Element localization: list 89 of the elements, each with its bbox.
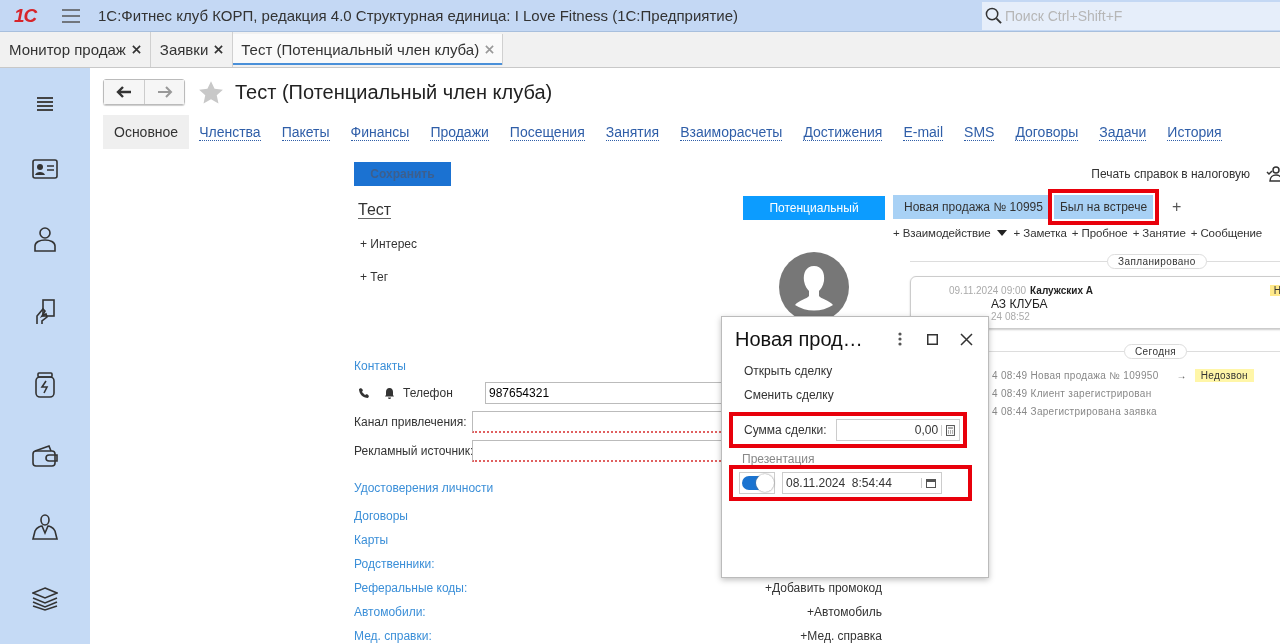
- section-link[interactable]: Родственники:: [354, 557, 435, 571]
- search-input[interactable]: Поиск Ctrl+Shift+F: [1005, 7, 1255, 24]
- section-link[interactable]: Договоры: [354, 509, 408, 523]
- stage-chip[interactable]: Новая продажа № 10995: [893, 195, 1048, 219]
- event-author: Калужских А: [1030, 284, 1094, 296]
- section-link[interactable]: Удостоверения личности: [354, 481, 494, 495]
- jar-icon[interactable]: [34, 372, 56, 398]
- form-tab[interactable]: SMS: [964, 123, 995, 141]
- timeline-heading: Сегодня: [1124, 344, 1188, 359]
- id-card-icon[interactable]: [32, 159, 58, 179]
- form-tab[interactable]: Занятия: [605, 123, 660, 141]
- section-link[interactable]: Автомобили:: [354, 605, 426, 619]
- logo: 1С: [14, 4, 39, 27]
- people-icon[interactable]: [1266, 166, 1280, 182]
- arrow-sign: →: [1176, 369, 1187, 381]
- document-tab[interactable]: Монитор продаж: [0, 32, 151, 67]
- app-title: 1С:Фитнес клуб КОРП, редакция 4.0 Структурная единица: I Love Fitness (1С:Предприятие): [98, 7, 738, 24]
- forward-arrow-icon: [156, 86, 173, 98]
- form-tab[interactable]: Членства: [199, 123, 261, 141]
- form-tab[interactable]: Основное: [103, 115, 190, 149]
- amount-field[interactable]: 0,00: [836, 419, 960, 441]
- close-icon[interactable]: [131, 45, 141, 54]
- bell-icon[interactable]: [384, 387, 395, 399]
- status-badge: Н: [1269, 284, 1280, 296]
- close-icon[interactable]: [960, 332, 973, 346]
- form-tab[interactable]: Финансы: [350, 123, 410, 141]
- form-title: Тест (Потенциальный член клуба): [235, 80, 553, 104]
- event-created: 24 08:52: [990, 311, 1031, 322]
- client-name[interactable]: Тест: [358, 201, 392, 219]
- action-link[interactable]: + Занятие: [1132, 227, 1186, 239]
- action-link[interactable]: + Сообщение: [1190, 227, 1263, 239]
- field-label: Телефон: [403, 386, 454, 400]
- dialog-title: Новая прод…: [735, 327, 864, 351]
- person-icon[interactable]: [33, 226, 57, 252]
- form-tab[interactable]: E-mail: [903, 123, 944, 141]
- event-entry: 4 08:49 Новая продажа № 109950: [992, 369, 1159, 381]
- form-tab[interactable]: Задачи: [1099, 123, 1147, 141]
- wallet-icon[interactable]: [32, 445, 58, 467]
- field-label: Презентация: [742, 452, 816, 465]
- dialog-command[interactable]: Открыть сделку: [744, 364, 988, 385]
- dialog-command[interactable]: Сменить сделку: [744, 388, 988, 409]
- form-tab[interactable]: Достижения: [803, 123, 883, 141]
- add-link[interactable]: +Автомобиль: [807, 605, 882, 619]
- close-icon[interactable]: [214, 45, 224, 54]
- add-link[interactable]: +Добавить промокод: [765, 581, 882, 595]
- star-icon[interactable]: [198, 79, 224, 105]
- form-tab[interactable]: Посещения: [509, 123, 585, 141]
- section-link[interactable]: Карты: [354, 533, 389, 547]
- event-entry: 4 08:49 Клиент зарегистрирован: [992, 387, 1152, 399]
- more-icon[interactable]: [898, 332, 902, 346]
- caret-icon[interactable]: [996, 230, 1007, 236]
- field-label: Рекламный источник:: [354, 444, 472, 458]
- action-link[interactable]: + Взаимодействие: [893, 227, 991, 239]
- date-field[interactable]: 08.11.2024 8:54:44: [782, 472, 942, 494]
- section-link[interactable]: Реферальные коды:: [354, 581, 468, 595]
- menu-icon[interactable]: [36, 96, 54, 112]
- action-link[interactable]: + Пробное: [1071, 227, 1128, 239]
- section-link[interactable]: Контакты: [354, 359, 406, 373]
- hand-card-icon[interactable]: [34, 299, 56, 325]
- toggle-switch[interactable]: [742, 476, 772, 490]
- add-link[interactable]: + Тег: [360, 270, 389, 284]
- back-button[interactable]: [104, 80, 144, 104]
- print-link[interactable]: Печать справок в налоговую: [1091, 167, 1250, 181]
- form-tab[interactable]: Продажи: [430, 123, 489, 141]
- add-link[interactable]: + Интерес: [360, 237, 417, 251]
- phone-icon[interactable]: [358, 387, 370, 399]
- section-link[interactable]: Мед. справки:: [354, 629, 432, 643]
- event-entry: 4 08:44 Зарегистрирована заявка: [992, 405, 1157, 417]
- event-time: 09.11.2024 09:00: [949, 284, 1027, 296]
- field-label: Канал привлечения:: [354, 415, 468, 429]
- document-tab[interactable]: Тест (Потенциальный член клуба): [233, 34, 504, 65]
- timeline-heading: Запланировано: [1107, 254, 1207, 269]
- add-stage-button[interactable]: +: [1172, 198, 1182, 216]
- field-label: Сумма сделки:: [744, 423, 828, 437]
- form-tab[interactable]: Пакеты: [281, 123, 330, 141]
- form-tab[interactable]: Взаиморасчеты: [680, 123, 783, 141]
- search-field[interactable]: Поиск Ctrl+Shift+F: [982, 1, 1280, 30]
- athlete-icon[interactable]: [31, 514, 59, 540]
- search-icon: [985, 7, 1002, 24]
- stack-icon[interactable]: [32, 587, 58, 611]
- event-title: АЗ КЛУБА: [990, 297, 1049, 311]
- form-tab[interactable]: История: [1167, 123, 1222, 141]
- add-link[interactable]: +Мед. справка: [800, 629, 882, 643]
- status-badge: Недозвон: [1194, 368, 1254, 382]
- back-arrow-icon: [116, 86, 132, 98]
- menu-icon[interactable]: [62, 8, 80, 23]
- action-link[interactable]: + Заметка: [1013, 227, 1067, 239]
- maximize-icon[interactable]: [927, 333, 938, 345]
- form-tab[interactable]: Договоры: [1015, 123, 1079, 141]
